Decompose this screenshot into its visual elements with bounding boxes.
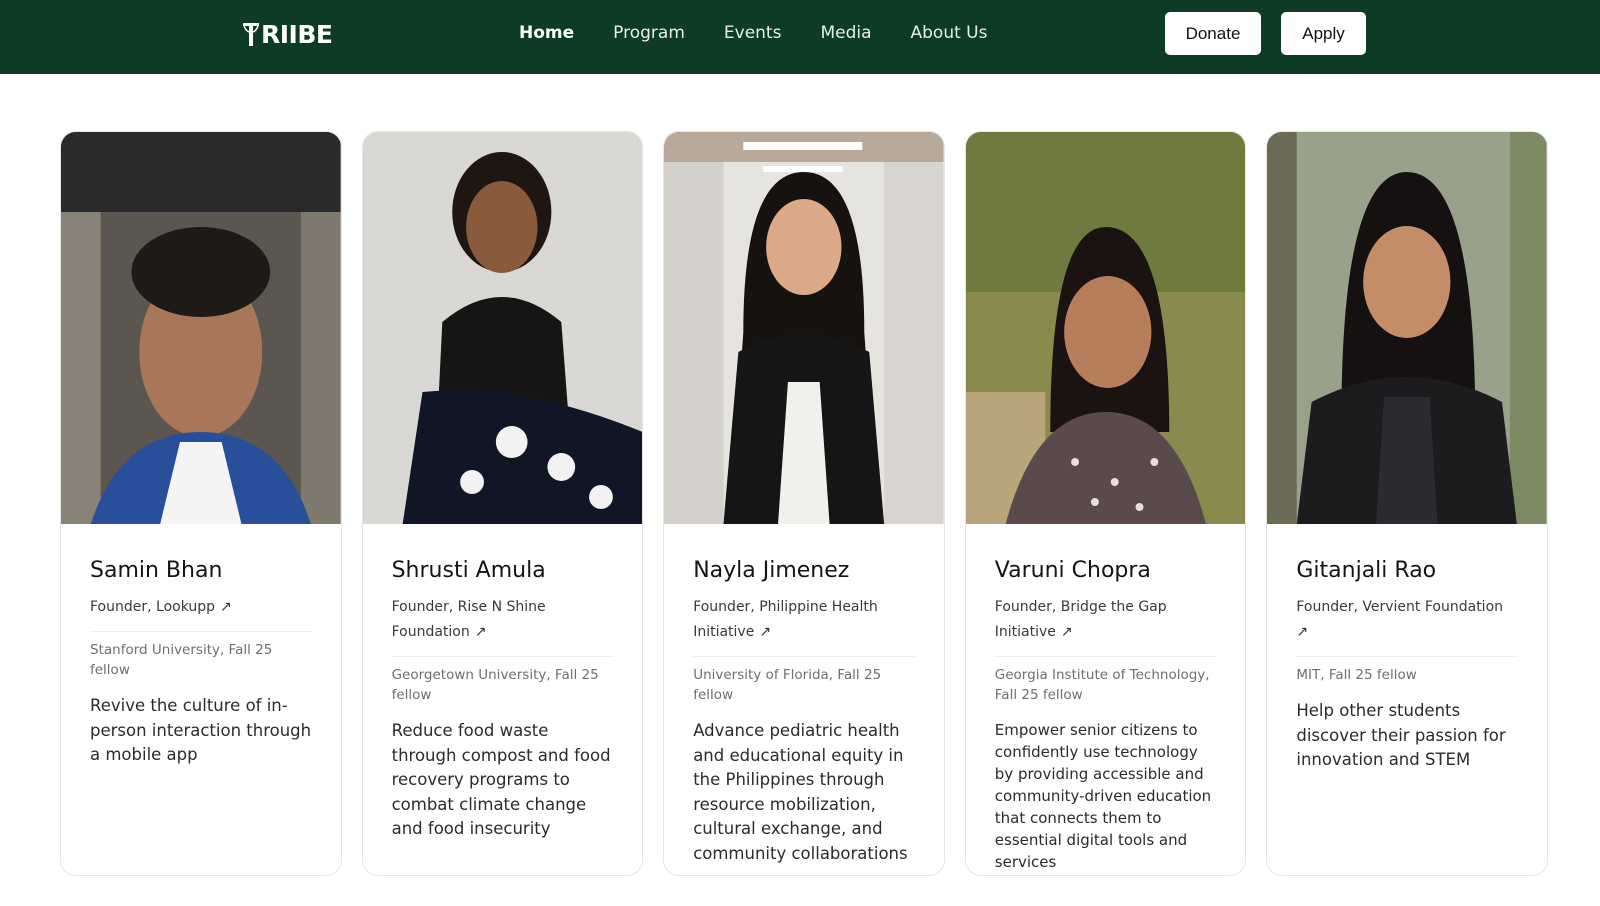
- arrow-up-right-icon[interactable]: ↗: [220, 595, 232, 620]
- nav-home[interactable]: Home: [519, 22, 574, 44]
- fellow-role: Founder, Rise N Shine Foundation ↗: [391, 595, 614, 657]
- nav-media[interactable]: Media: [820, 22, 871, 44]
- fellow-description: Reduce food waste through compost and fo…: [391, 721, 611, 838]
- fellow-description: Advance pediatric health and educational…: [693, 721, 908, 863]
- fellow-card: Varuni Chopra Founder, Bridge the Gap In…: [964, 131, 1247, 876]
- arrow-up-right-icon[interactable]: ↗: [1061, 620, 1073, 645]
- fellow-role-text: Founder, Lookupp: [90, 599, 216, 615]
- fellow-photo: [965, 132, 1246, 524]
- arrow-up-right-icon[interactable]: ↗: [475, 620, 487, 645]
- nav-program[interactable]: Program: [613, 22, 685, 44]
- nav-events[interactable]: Events: [724, 22, 782, 44]
- fellow-name: Nayla Jimenez: [693, 558, 850, 583]
- fellow-description: Help other students discover their passi…: [1296, 701, 1506, 769]
- fellow-role-text: Founder, Bridge the Gap Initiative: [994, 599, 1167, 640]
- fellow-role: Founder, Lookupp ↗: [90, 595, 312, 632]
- fellow-school: University of Florida, Fall 25 fellow: [693, 667, 882, 703]
- triibe-logo[interactable]: RIIBE: [242, 19, 333, 49]
- fellow-card: Samin Bhan Founder, Lookupp ↗ Stanford Un…: [60, 131, 342, 876]
- fellow-school: Georgia Institute of Technology, Fall 25…: [994, 667, 1210, 703]
- fellow-name: Varuni Chopra: [994, 558, 1151, 583]
- fellow-description: Revive the culture of in-person interact…: [90, 696, 312, 764]
- fellow-role-text: Founder, Philippine Health Initiative: [693, 599, 878, 640]
- main-nav: Home Program Events Media About Us: [519, 22, 1026, 44]
- fellow-photo: [61, 132, 341, 524]
- fellow-role: Founder, Vervient Foundation ↗: [1296, 595, 1518, 657]
- apply-button[interactable]: Apply: [1281, 12, 1366, 55]
- fellow-role-text: Founder, Rise N Shine Foundation: [391, 599, 546, 640]
- fellow-photo: [362, 132, 643, 524]
- fellow-school: Georgetown University, Fall 25 fellow: [391, 667, 599, 703]
- nav-about-us[interactable]: About Us: [911, 22, 988, 44]
- fellow-name: Gitanjali Rao: [1296, 558, 1437, 583]
- logo-text: RIIBE: [261, 19, 333, 49]
- fellow-description: Empower senior citizens to confidently u…: [994, 721, 1212, 871]
- fellow-school: Stanford University, Fall 25 fellow: [90, 642, 273, 678]
- arrow-up-right-icon[interactable]: ↗: [759, 620, 771, 645]
- fellow-role: Founder, Philippine Health Initiative ↗: [693, 595, 915, 657]
- fellow-name: Samin Bhan: [90, 558, 223, 583]
- trident-logo-icon: [243, 23, 259, 46]
- fellow-name: Shrusti Amula: [391, 558, 546, 583]
- fellow-role-text: Founder, Vervient Foundation: [1296, 599, 1504, 615]
- fellow-card: Gitanjali Rao Founder, Vervient Foundati…: [1266, 131, 1548, 876]
- fellow-photo: [664, 132, 944, 524]
- fellow-role: Founder, Bridge the Gap Initiative ↗: [994, 595, 1217, 657]
- donate-button[interactable]: Donate: [1165, 12, 1261, 55]
- fellows-grid: Samin Bhan Founder, Lookupp ↗ Stanford Un…: [60, 131, 1548, 876]
- fellow-card: Nayla Jimenez Founder, Philippine Health…: [663, 131, 945, 876]
- fellow-photo: [1267, 132, 1547, 524]
- arrow-up-right-icon[interactable]: ↗: [1296, 620, 1308, 645]
- fellow-school: MIT, Fall 25 fellow: [1296, 667, 1417, 683]
- site-header: RIIBE Home Program Events Media About Us…: [0, 0, 1600, 74]
- fellow-card: Shrusti Amula Founder, Rise N Shine Foun…: [361, 131, 644, 876]
